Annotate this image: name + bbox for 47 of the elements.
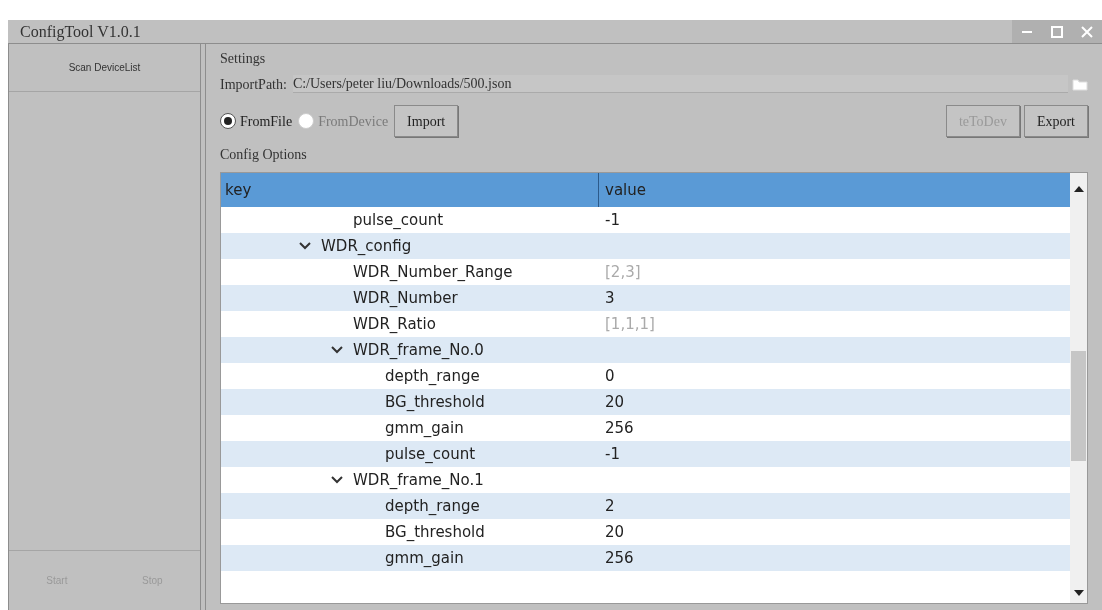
maximize-icon[interactable] [1050,24,1064,39]
scan-device-list-button[interactable]: Scan DeviceList [60,56,149,79]
value-text: 3 [605,287,615,309]
key-text: depth_range [385,495,480,517]
radio-button[interactable] [220,113,236,129]
scroll-up-icon[interactable] [1073,185,1084,193]
close-icon[interactable] [1080,24,1094,39]
export-button[interactable]: Export [1023,105,1088,137]
key-text: depth_range [385,365,480,387]
import-button[interactable]: Import [394,105,459,137]
key-text: pulse_count [353,209,444,231]
value-text: [2,3] [605,261,641,283]
value-text: 256 [605,547,634,569]
key-text: gmm_gain [385,547,464,569]
scroll-down-icon[interactable] [1073,589,1084,597]
radio-label: FromFile [240,112,293,131]
key-text: WDR_frame_No.1 [353,469,484,491]
value-text: -1 [605,443,620,465]
value-text: 0 [605,365,615,387]
value-text: 256 [605,417,634,439]
settings-title: Settings [220,50,267,68]
chevron-icon[interactable] [331,346,343,354]
window-title: ConfigTool V1.0.1 [20,21,141,43]
value-text: 2 [605,495,615,517]
folder-icon[interactable] [1072,77,1088,91]
key-text: WDR_Number_Range [353,261,513,283]
scrollbar[interactable] [1070,173,1087,603]
column-header[interactable]: value [599,173,1070,207]
key-text: WDR_Number [353,287,458,309]
chevron-icon[interactable] [331,476,343,484]
key-text: WDR_frame_No.0 [353,339,484,361]
chevron-icon[interactable] [299,242,311,250]
radio-label: FromDevice [318,112,389,131]
import-path-field[interactable]: C:/Users/peter liu/Downloads/500.json [292,75,1068,93]
key-text: BG_threshold [385,521,485,543]
key-text: BG_threshold [385,391,485,413]
key-text: WDR_Ratio [353,313,436,335]
value-text: -1 [605,209,620,231]
config-options-title: Config Options [220,146,308,164]
value-text: 20 [605,521,625,543]
import-path-label: ImportPath: [220,75,287,94]
scroll-thumb[interactable] [1071,351,1086,461]
key-text: gmm_gain [385,417,464,439]
value-text: 20 [605,391,625,413]
value-text: [1,1,1] [605,313,655,335]
key-text: pulse_count [385,443,476,465]
key-text: WDR_config [321,235,412,257]
